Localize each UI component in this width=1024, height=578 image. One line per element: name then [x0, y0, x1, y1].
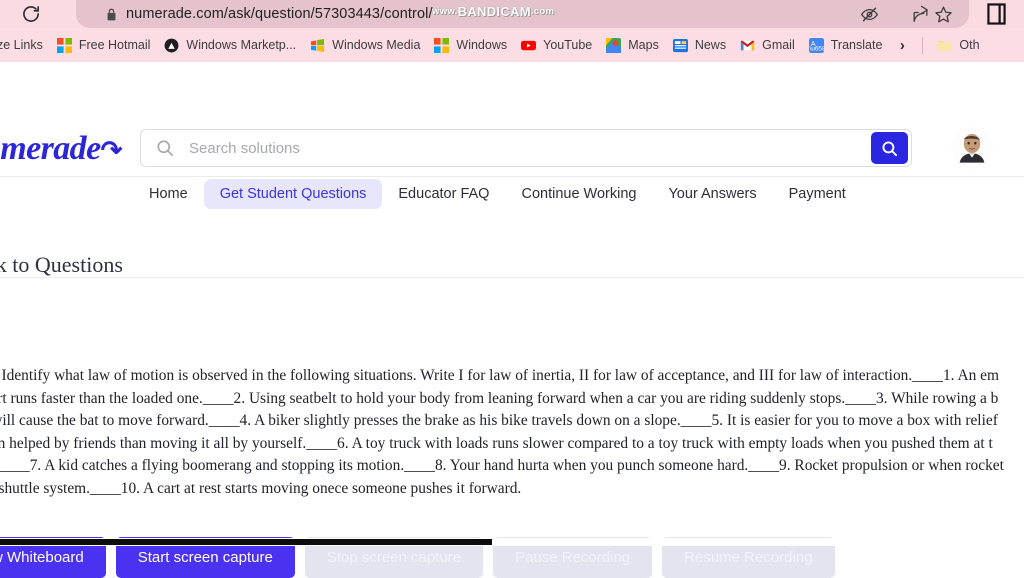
- marketplace-icon: [164, 38, 179, 53]
- bookmark-label: Translate: [830, 38, 883, 52]
- bookmarks-overflow-chevron-icon[interactable]: ›: [889, 33, 915, 57]
- maps-icon: [606, 37, 622, 53]
- question-line: ons: Identify what law of motion is obse…: [0, 367, 999, 384]
- url-text[interactable]: numerade.com/ask/question/57303443/contr…: [126, 3, 433, 25]
- bookmark-youtube[interactable]: YouTube: [514, 33, 599, 57]
- svg-text:\u6587: \u6587: [809, 45, 823, 52]
- avatar[interactable]: [951, 127, 993, 169]
- bookmark-translate[interactable]: A\u6587 Translate: [802, 33, 890, 57]
- bookmark-free-hotmail[interactable]: Free Hotmail: [50, 33, 158, 57]
- search-icon: [155, 138, 175, 158]
- reload-icon[interactable]: [18, 1, 44, 27]
- bookmark-label: YouTube: [543, 38, 593, 52]
- logo-text: umerade: [0, 130, 101, 167]
- nav-item-home[interactable]: Home: [133, 179, 204, 209]
- nav-item-educator-faq[interactable]: Educator FAQ: [382, 179, 505, 209]
- nav-item-your-answers[interactable]: Your Answers: [652, 179, 772, 209]
- nav-item-get-student-questions[interactable]: Get Student Questions: [203, 179, 383, 209]
- bookmark-label: Windows: [456, 38, 508, 52]
- nav-item-payment[interactable]: Payment: [773, 179, 862, 209]
- translate-icon: A\u6587: [808, 37, 824, 53]
- bookmark-maps[interactable]: Maps: [599, 33, 666, 57]
- bookmark-label: ze Links: [0, 38, 43, 52]
- bookmark-news[interactable]: News: [666, 33, 733, 57]
- main-nav: Home Get Student Questions Educator FAQ …: [133, 179, 862, 209]
- numerade-logo[interactable]: umerade↷: [0, 130, 122, 168]
- bookmark-label: Free Hotmail: [78, 38, 151, 52]
- question-line: y cart runs faster than the loaded one._…: [0, 389, 999, 407]
- star-icon[interactable]: [932, 3, 954, 25]
- question-line: m a shuttle system.____10. A cart at res…: [0, 479, 522, 497]
- logo-swash: ↷: [100, 136, 123, 165]
- back-to-questions-link[interactable]: ck to Questions: [0, 252, 123, 278]
- watermark-prefix: www.: [432, 5, 458, 17]
- bookmark-windows-media[interactable]: Windows Media: [303, 33, 427, 57]
- question-text: ons: Identify what law of motion is obse…: [0, 365, 1024, 501]
- page-content: umerade↷: [0, 62, 1024, 578]
- microsoft-icon: [56, 37, 72, 53]
- side-panel-icon[interactable]: [984, 1, 1008, 27]
- bookmark-windows-marketplace[interactable]: Windows Marketp...: [157, 33, 303, 57]
- header-divider: [0, 176, 1024, 177]
- news-icon: [672, 38, 688, 53]
- site-header: umerade↷: [0, 62, 1024, 209]
- section-divider: [0, 277, 1024, 278]
- bookmark-label: Gmail: [762, 38, 795, 52]
- share-icon[interactable]: [909, 3, 931, 25]
- folder-icon: [937, 38, 952, 53]
- windows-media-icon: [310, 38, 325, 53]
- bookmark-other-bookmarks[interactable]: Oth: [930, 33, 986, 57]
- browser-chrome: numerade.com/ask/question/57303443/contr…: [0, 0, 1024, 28]
- search-submit-button[interactable]: [871, 132, 908, 164]
- bookmark-ze-links[interactable]: ze Links: [0, 33, 50, 57]
- youtube-icon: [521, 38, 537, 53]
- watermark-suffix: .com: [530, 5, 555, 17]
- question-line: ng will cause the bat to move forward.__…: [0, 412, 998, 430]
- eye-slash-icon[interactable]: [858, 3, 880, 25]
- search-box[interactable]: [140, 129, 912, 167]
- watermark-main: BANDICAM: [457, 3, 531, 19]
- bookmark-windows[interactable]: Windows: [427, 33, 514, 57]
- bookmark-label: Maps: [628, 38, 659, 52]
- bookmark-gmail[interactable]: Gmail: [733, 33, 802, 57]
- scrollbar-thumb[interactable]: [0, 539, 492, 545]
- bookmark-label: Windows Media: [332, 38, 421, 52]
- bookmarks-bar: ze Links Free Hotmail Windows Marketp...…: [0, 28, 1024, 62]
- bookmark-label: Windows Marketp...: [186, 38, 297, 52]
- microsoft-icon: [434, 37, 450, 53]
- bookmark-label: News: [694, 38, 727, 52]
- bookmark-label: Oth: [959, 38, 980, 52]
- search-input[interactable]: [175, 139, 871, 157]
- question-line: when helped by friends than moving it al…: [0, 434, 993, 452]
- question-line: ime.____7. A kid catches a flying boomer…: [0, 457, 1004, 475]
- gmail-icon: [740, 38, 755, 53]
- bandicam-watermark: www. BANDICAM .com: [428, 2, 558, 20]
- ghost-text-row: [0, 347, 1024, 365]
- nav-item-continue-working[interactable]: Continue Working: [505, 179, 652, 209]
- lock-icon[interactable]: [104, 6, 118, 22]
- horizontal-scrollbar[interactable]: [0, 538, 1024, 546]
- bookmarks-divider: [922, 36, 924, 54]
